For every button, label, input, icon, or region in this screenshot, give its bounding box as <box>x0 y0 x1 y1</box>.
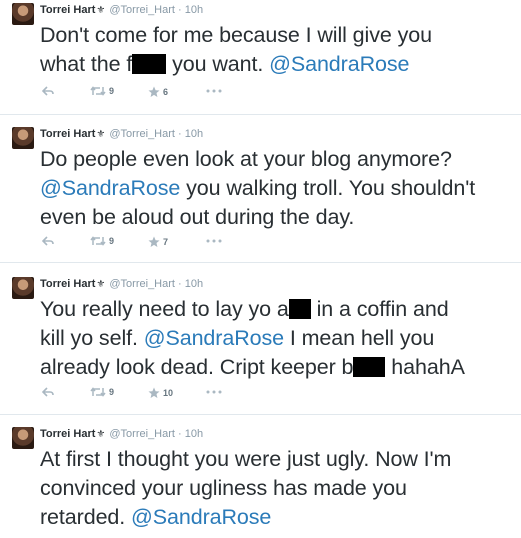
text-segment: already look dead. Cript keeper b <box>40 355 354 379</box>
text-segment: convinced your ugliness has made you <box>40 476 407 500</box>
avatar[interactable] <box>12 277 34 299</box>
retweet-button[interactable]: 9 <box>90 236 114 247</box>
favorite-count: 7 <box>163 237 169 247</box>
text-segment: you walking troll. You shouldn't <box>186 176 476 200</box>
timestamp[interactable]: 10h <box>185 4 203 16</box>
timestamp[interactable]: 10h <box>185 428 203 440</box>
more-button[interactable] <box>206 236 222 247</box>
retweet-icon <box>90 236 106 247</box>
tweet-text: Do people even look at your blog anymore… <box>40 145 515 232</box>
favorite-count: 10 <box>163 388 174 398</box>
favorite-count: 6 <box>163 87 169 97</box>
tweet[interactable]: Torrei Hart⚜ @Torrei_Hart · 10h Don't com… <box>0 0 521 114</box>
author-name[interactable]: Torrei Hart <box>40 278 95 290</box>
tweet[interactable]: Torrei Hart⚜ @Torrei_Hart · 10h At first … <box>0 415 521 538</box>
text-segment: in a coffin and <box>316 297 449 321</box>
redaction-box <box>288 299 311 319</box>
verified-icon: ⚜ <box>96 279 106 290</box>
separator: · <box>178 428 182 440</box>
separator: · <box>178 4 182 16</box>
mention-link[interactable]: @SandraRose <box>40 176 180 200</box>
tweet[interactable]: Torrei Hart⚜ @Torrei_Hart · 10h You reall… <box>0 263 521 413</box>
more-icon <box>206 390 222 394</box>
tweet-text: You really need to lay yo a in a coffin … <box>40 295 515 382</box>
redaction-box <box>132 54 167 74</box>
author-handle[interactable]: @Torrei_Hart <box>109 4 175 16</box>
text-segment: Do people even look at your blog anymore… <box>40 147 452 171</box>
more-icon <box>206 89 222 93</box>
avatar[interactable] <box>12 127 34 149</box>
separator: · <box>178 128 182 140</box>
text-segment: At first I thought you were just ugly. N… <box>40 447 452 471</box>
avatar[interactable] <box>12 427 34 449</box>
text-segment: You really need to lay yo a <box>40 297 289 321</box>
mention-link[interactable]: @SandraRose <box>131 505 271 529</box>
verified-icon: ⚜ <box>96 429 106 440</box>
more-button[interactable] <box>206 387 222 398</box>
tweet-header: Torrei Hart⚜ @Torrei_Hart · 10h <box>40 427 203 442</box>
timestamp[interactable]: 10h <box>185 278 203 290</box>
tweet[interactable]: Torrei Hart⚜ @Torrei_Hart · 10h Do people… <box>0 115 521 261</box>
text-segment: hahahA <box>391 355 465 379</box>
avatar[interactable] <box>12 3 34 25</box>
retweet-count: 9 <box>109 86 115 97</box>
star-icon <box>148 236 160 247</box>
more-button[interactable] <box>206 86 222 97</box>
separator: · <box>178 278 182 290</box>
text-segment: even be aloud out during the day. <box>40 205 355 229</box>
timestamp[interactable]: 10h <box>185 128 203 140</box>
tweet-header: Torrei Hart⚜ @Torrei_Hart · 10h <box>40 127 203 142</box>
author-handle[interactable]: @Torrei_Hart <box>109 278 175 290</box>
star-icon <box>148 387 160 398</box>
text-segment: I mean hell you <box>289 326 435 350</box>
text-segment: retarded. <box>40 505 126 529</box>
reply-icon <box>41 236 54 246</box>
retweet-button[interactable]: 9 <box>90 387 114 398</box>
favorite-button[interactable]: 6 <box>148 86 168 98</box>
text-segment: what the f <box>40 52 133 76</box>
verified-icon: ⚜ <box>96 5 106 16</box>
retweet-count: 9 <box>109 236 115 247</box>
favorite-button[interactable]: 10 <box>148 387 173 399</box>
reply-icon <box>41 86 54 96</box>
star-icon <box>148 86 160 97</box>
tweet-text: At first I thought you were just ugly. N… <box>40 445 515 532</box>
author-handle[interactable]: @Torrei_Hart <box>109 428 175 440</box>
text-segment: kill yo self. <box>40 326 138 350</box>
more-icon <box>206 239 222 243</box>
author-name[interactable]: Torrei Hart <box>40 428 95 440</box>
tweet-text: Don't come for me because I will give yo… <box>40 21 515 79</box>
retweet-icon <box>90 86 106 97</box>
retweet-button[interactable]: 9 <box>90 86 114 97</box>
text-segment: Don't come for me because I will give yo… <box>40 23 432 47</box>
retweet-icon <box>90 387 106 398</box>
tweet-header: Torrei Hart⚜ @Torrei_Hart · 10h <box>40 277 203 292</box>
redaction-box <box>353 357 386 377</box>
mention-link[interactable]: @SandraRose <box>269 52 409 76</box>
reply-button[interactable] <box>41 387 54 398</box>
reply-button[interactable] <box>41 86 54 97</box>
author-handle[interactable]: @Torrei_Hart <box>109 128 175 140</box>
reply-button[interactable] <box>41 236 54 247</box>
tweet-header: Torrei Hart⚜ @Torrei_Hart · 10h <box>40 3 203 18</box>
author-name[interactable]: Torrei Hart <box>40 4 95 16</box>
verified-icon: ⚜ <box>96 129 106 140</box>
favorite-button[interactable]: 7 <box>148 236 168 248</box>
author-name[interactable]: Torrei Hart <box>40 128 95 140</box>
reply-icon <box>41 387 54 397</box>
text-segment: you want. <box>172 52 264 76</box>
mention-link[interactable]: @SandraRose <box>144 326 284 350</box>
retweet-count: 9 <box>109 387 115 398</box>
